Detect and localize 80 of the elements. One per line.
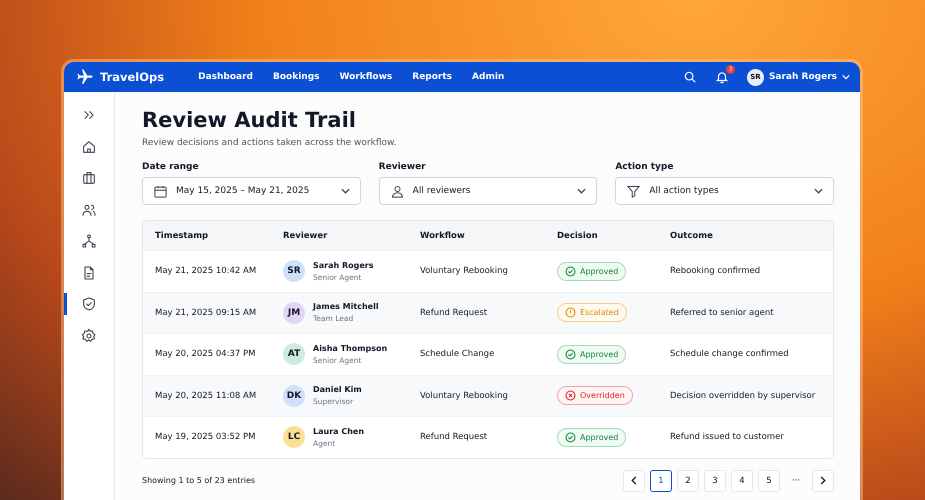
filter-label: Date range xyxy=(142,162,200,172)
shield-icon xyxy=(81,296,97,312)
column-header: Timestamp xyxy=(155,230,210,240)
table-cell-text: Voluntary Rebooking xyxy=(420,266,509,276)
column-header: Outcome xyxy=(670,230,714,240)
table-cell-text: May 21, 2025 09:15 AM xyxy=(155,308,258,318)
avatar: DK xyxy=(283,384,305,407)
page-button[interactable]: 1 xyxy=(650,470,672,492)
table-cell-text: Schedule Change xyxy=(420,349,496,360)
column-header: Reviewer xyxy=(283,230,328,240)
previous-page-button[interactable] xyxy=(623,470,645,492)
airplane-icon xyxy=(76,68,94,86)
table-cell-text: Schedule change confirmed xyxy=(670,349,790,360)
caret-icon xyxy=(842,74,850,80)
brand-name: TravelOps xyxy=(100,70,164,84)
filter-dropdown[interactable]: All action types xyxy=(615,177,834,205)
settings-icon xyxy=(81,328,97,344)
pagination-ellipsis: ··· xyxy=(790,476,802,486)
table-cell-text: May 21, 2025 10:42 AM xyxy=(155,266,258,276)
avatar: AT xyxy=(283,343,305,366)
nav-link[interactable]: Reports xyxy=(402,72,462,82)
filter-dropdown[interactable]: May 15, 2025 – May 21, 2025 xyxy=(142,177,361,205)
date-icon xyxy=(153,184,168,198)
filter-icon xyxy=(626,184,642,198)
decision-badge: Approved xyxy=(557,428,626,447)
entries-summary: Showing 1 to 5 of 23 entries xyxy=(142,476,256,485)
caret-icon xyxy=(814,188,824,194)
page-button[interactable]: 4 xyxy=(731,470,753,492)
chevron-right-icon xyxy=(820,476,826,485)
avatar: LC xyxy=(283,426,305,448)
page-title: Review Audit Trail xyxy=(142,108,357,132)
table-cell-text: Decision overridden by supervisor xyxy=(670,390,816,401)
reviewer-name: Daniel Kim xyxy=(313,385,362,394)
table-cell-text: Refund Request xyxy=(420,432,488,442)
table-cell-text: May 19, 2025 03:52 PM xyxy=(155,432,256,442)
table-cell-text: Rebooking confirmed xyxy=(670,266,762,276)
reviewer-name: Sarah Rogers xyxy=(313,260,374,270)
column-header: Workflow xyxy=(420,230,466,240)
home-icon xyxy=(81,138,97,154)
reviewer-name: James Mitchell xyxy=(313,302,379,312)
nav-link[interactable]: Bookings xyxy=(263,72,330,82)
approved-icon xyxy=(565,432,576,443)
approved-icon xyxy=(565,266,576,277)
search-icon[interactable] xyxy=(682,70,697,84)
approved-icon xyxy=(565,348,576,360)
reviewer-name: Aisha Thompson xyxy=(313,344,388,353)
bell-icon[interactable] xyxy=(714,70,729,84)
nav-link[interactable]: Dashboard xyxy=(188,72,263,82)
filter-label: Reviewer xyxy=(378,162,427,172)
caret-icon xyxy=(577,188,586,194)
decision-badge: Approved xyxy=(557,344,626,364)
decision-badge: Overridden xyxy=(557,386,633,406)
table-cell-text: Refund issued to customer xyxy=(670,432,785,442)
avatar: JM xyxy=(283,302,305,324)
next-page-button[interactable] xyxy=(812,470,834,492)
table-cell-text: May 20, 2025 04:37 PM xyxy=(155,349,256,360)
flow-icon xyxy=(81,233,97,249)
filter-label: Action type xyxy=(615,162,674,172)
column-header: Decision xyxy=(557,230,599,240)
decision-badge: Escalated xyxy=(557,303,627,322)
chevron-left-icon xyxy=(631,476,637,485)
nav-link[interactable]: Admin xyxy=(462,72,514,82)
page-button[interactable]: 5 xyxy=(758,470,780,492)
avatar: SR xyxy=(283,260,305,282)
person-icon xyxy=(390,184,405,198)
table-cell-text: May 20, 2025 11:08 AM xyxy=(155,390,258,401)
overridden-icon xyxy=(565,390,576,402)
page-button[interactable]: 3 xyxy=(704,470,726,492)
nav-link[interactable]: Workflows xyxy=(330,72,402,82)
decision-badge: Approved xyxy=(557,262,626,281)
caret-icon xyxy=(340,188,350,194)
reviewer-name: Laura Chen xyxy=(313,426,364,436)
page-subtitle: Review decisions and actions taken across the workflow. xyxy=(142,138,398,148)
table-cell-text: Refund Request xyxy=(420,308,488,318)
table-cell-text: Referred to senior agent xyxy=(670,308,775,318)
page-button[interactable]: 2 xyxy=(677,470,699,492)
escalated-icon xyxy=(565,307,576,318)
briefcase-icon xyxy=(81,170,97,186)
filter-dropdown[interactable]: All reviewers xyxy=(378,177,598,205)
table-cell-text: Voluntary Rebooking xyxy=(420,390,509,401)
